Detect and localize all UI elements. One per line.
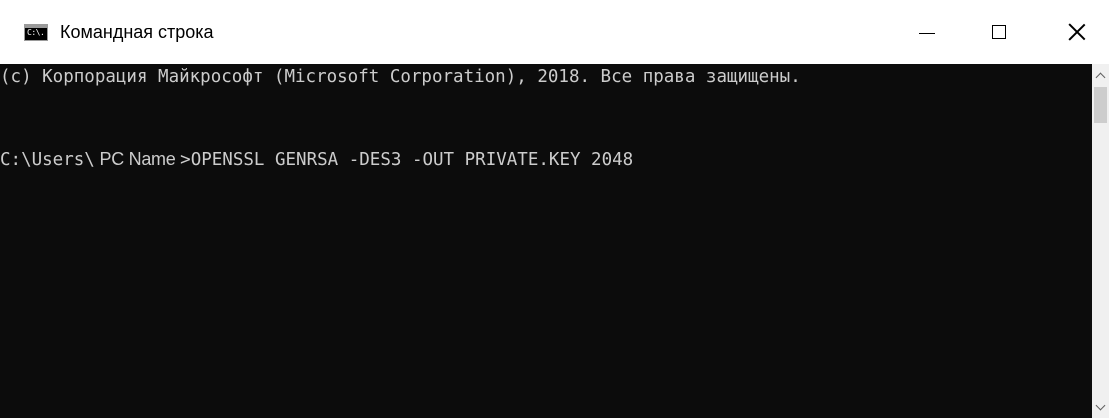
minimize-icon: [919, 32, 935, 34]
vertical-scrollbar[interactable]: [1092, 64, 1109, 418]
cmd-icon-text: C:\.: [27, 28, 45, 37]
scroll-thumb[interactable]: [1094, 87, 1107, 123]
console-output[interactable]: (c) Корпорация Майкрософт (Microsoft Cor…: [0, 64, 1092, 418]
command-prompt-window: C:\. Командная строка (c) Корпорация Май…: [0, 0, 1109, 418]
close-icon: [1068, 23, 1086, 41]
scroll-up-button[interactable]: [1092, 64, 1109, 86]
close-button[interactable]: [1044, 0, 1109, 64]
console-line-command: C:\Users\ PC Name >OPENSSL GENRSA -DES3 …: [0, 147, 633, 172]
cmd-icon[interactable]: C:\.: [24, 24, 48, 41]
prompt-pc-name: PC Name: [94, 149, 181, 169]
maximize-icon: [992, 25, 1006, 39]
prompt-path: C:\Users\: [0, 150, 95, 170]
chevron-up-icon: [1095, 72, 1106, 82]
scroll-down-button[interactable]: [1092, 396, 1109, 418]
command-text: >OPENSSL GENRSA -DES3 -OUT PRIVATE.KEY 2…: [180, 150, 634, 170]
chevron-down-icon: [1095, 400, 1106, 410]
title-bar[interactable]: C:\. Командная строка: [0, 0, 1109, 65]
window-title: Командная строка: [60, 22, 214, 42]
console-line-copyright: (c) Корпорация Майкрософт (Microsoft Cor…: [0, 67, 801, 87]
maximize-button[interactable]: [966, 0, 1032, 64]
minimize-button[interactable]: [894, 0, 960, 64]
